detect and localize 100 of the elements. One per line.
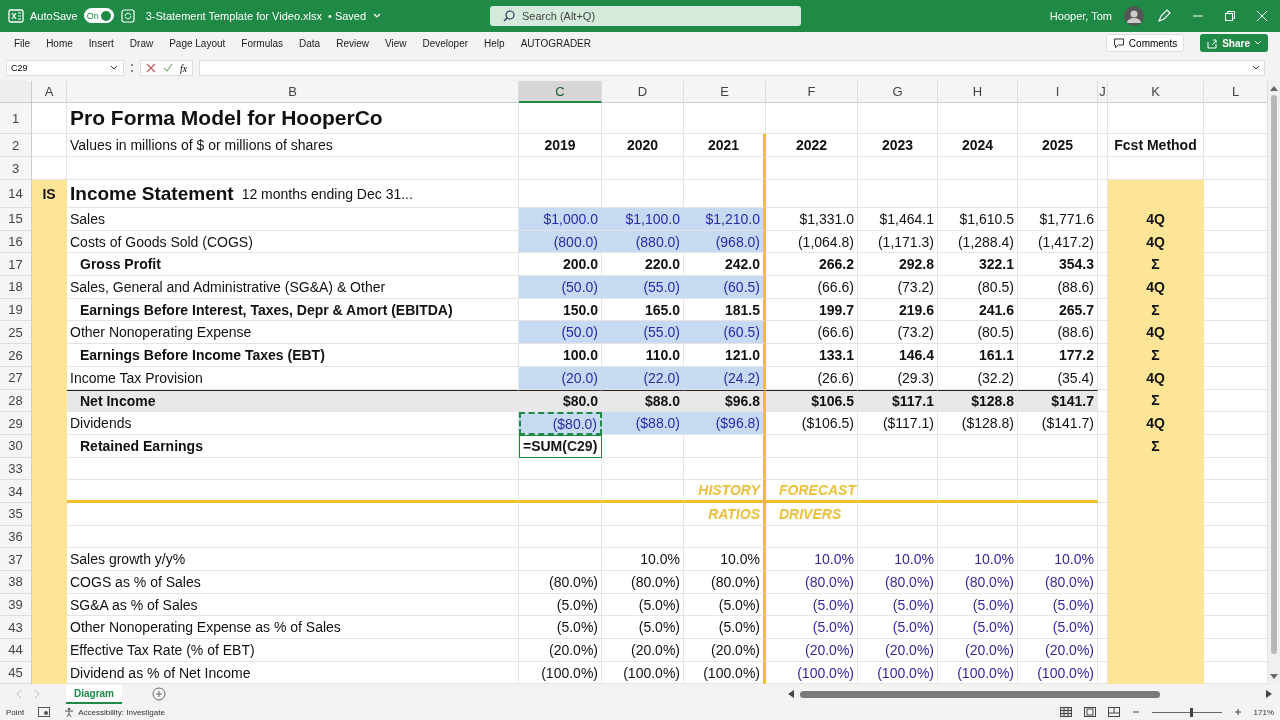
row-header[interactable]: 15 (0, 208, 32, 231)
column-header[interactable]: J (1098, 81, 1108, 104)
ribbon-tab[interactable]: Insert (80, 35, 122, 51)
column-header[interactable]: L (1204, 81, 1268, 104)
table-cell: 2021 (684, 134, 766, 158)
macro-recording-icon[interactable] (38, 707, 51, 718)
ribbon-tab[interactable]: Draw (121, 35, 162, 51)
share-icon[interactable] (1206, 37, 1219, 50)
ribbon-tab[interactable]: Help (476, 35, 513, 51)
sheet-tab[interactable]: Diagram (66, 684, 122, 704)
column-header[interactable]: D (602, 81, 684, 104)
ribbon-tab[interactable]: Page Layout (161, 35, 234, 51)
page-layout-icon[interactable] (1083, 707, 1096, 718)
avatar-icon[interactable] (1124, 5, 1144, 26)
column-header[interactable]: G (858, 81, 938, 104)
row-header[interactable]: 45 (0, 661, 32, 685)
table-cell: (80.0%) (766, 571, 858, 594)
row-header[interactable]: 30 (0, 434, 32, 458)
table-cell: 10.0% (684, 548, 766, 572)
ribbon-tab[interactable]: Data (291, 35, 329, 51)
table-cell: RATIOS (684, 503, 766, 526)
left-arrow-icon[interactable] (788, 690, 794, 699)
zoom-in-icon[interactable] (1233, 708, 1242, 717)
grip-icon[interactable] (130, 63, 134, 74)
add-sheet-icon[interactable] (152, 687, 166, 702)
formula-field[interactable] (199, 60, 1265, 77)
table-cell: 4Q (1108, 412, 1204, 435)
restore-icon[interactable] (1224, 9, 1236, 22)
table-cell: 10.0% (858, 548, 938, 572)
table-cell: 199.7 (766, 298, 858, 322)
row-header[interactable]: 1 (0, 103, 32, 135)
up-arrow-icon[interactable] (1270, 85, 1278, 92)
row-header[interactable]: 16 (0, 230, 32, 254)
insert-function-button[interactable]: fx (180, 62, 188, 74)
row-header[interactable]: 2 (0, 134, 32, 158)
name-box[interactable]: C29 (6, 60, 124, 77)
column-header[interactable]: F (766, 81, 858, 104)
scroll-thumb[interactable] (800, 690, 1160, 698)
row-header[interactable]: 28 (0, 389, 32, 413)
share-button[interactable]: Share (1200, 34, 1268, 53)
zoom-level[interactable]: 171% (1253, 707, 1274, 717)
row-header[interactable]: 39 (0, 593, 32, 617)
row-header[interactable]: 18 (0, 276, 32, 299)
row-header[interactable]: 3 (0, 157, 32, 181)
column-header[interactable]: C (519, 81, 602, 104)
row-header[interactable]: 35 (0, 503, 32, 526)
column-header[interactable]: H (938, 81, 1018, 104)
close-icon[interactable] (1256, 9, 1268, 22)
column-header[interactable]: A (32, 81, 67, 104)
table-cell: (5.0%) (858, 593, 938, 617)
search-icon[interactable] (502, 8, 516, 23)
row-header[interactable]: 25 (0, 321, 32, 345)
ribbon-tab[interactable]: Home (38, 35, 81, 51)
normal-view-icon[interactable] (1059, 707, 1072, 718)
table-cell: (73.2) (858, 276, 938, 299)
row-header[interactable]: 19 (0, 298, 32, 322)
row-header[interactable]: 29 (0, 412, 32, 435)
save-status[interactable]: • Saved (328, 9, 367, 22)
autosave-toggle[interactable]: On (83, 8, 114, 24)
scroll-thumb[interactable] (1271, 95, 1277, 655)
row-header[interactable]: 34 (0, 480, 32, 503)
table-cell: (5.0%) (938, 616, 1018, 640)
row-header[interactable]: 26 (0, 344, 32, 367)
page-break-icon[interactable] (1107, 707, 1120, 718)
table-cell: 219.6 (858, 298, 938, 322)
ribbon-tab[interactable]: AUTOGRADER (512, 35, 599, 51)
row-header[interactable]: 17 (0, 253, 32, 277)
table-cell: $96.8 (684, 389, 766, 413)
column-header[interactable]: B (67, 81, 519, 104)
row-header[interactable]: 27 (0, 366, 32, 390)
row-header[interactable]: 37 (0, 548, 32, 572)
ribbon-tab[interactable]: Review (328, 35, 377, 51)
accessibility-status[interactable]: Accessibility: Investigate (64, 707, 165, 718)
column-header[interactable]: K (1108, 81, 1204, 104)
comments-button[interactable]: Comments (1105, 34, 1185, 53)
table-cell: $106.5 (766, 389, 858, 413)
row-header[interactable]: 38 (0, 571, 32, 594)
row-header[interactable]: 44 (0, 639, 32, 662)
column-header[interactable]: E (684, 81, 766, 104)
ribbon-tab[interactable]: Formulas (233, 35, 292, 51)
ribbon-tab[interactable]: File (6, 35, 39, 51)
column-header[interactable]: I (1018, 81, 1098, 104)
cancel-icon[interactable] (146, 63, 156, 74)
cell-edit-field[interactable]: =SUM(C29) (519, 434, 602, 458)
excel-logo-icon[interactable] (8, 7, 24, 24)
down-arrow-icon[interactable] (1270, 674, 1278, 681)
table-cell: (60.5) (684, 321, 766, 345)
enter-icon[interactable] (163, 63, 173, 74)
pen-icon[interactable] (1156, 7, 1172, 24)
ribbon-tab[interactable]: Developer (414, 35, 477, 51)
accessibility-icon[interactable] (64, 707, 75, 718)
row-header[interactable]: 33 (0, 457, 32, 481)
comment-icon[interactable] (1112, 37, 1125, 50)
search-field[interactable]: Search (Alt+Q) (490, 5, 801, 26)
row-header[interactable]: 36 (0, 525, 32, 549)
right-arrow-icon[interactable] (1266, 690, 1272, 699)
sync-icon[interactable] (119, 7, 136, 24)
ribbon-tab[interactable]: View (376, 35, 415, 51)
row-header[interactable]: 14 (0, 180, 32, 209)
row-header[interactable]: 43 (0, 616, 32, 640)
